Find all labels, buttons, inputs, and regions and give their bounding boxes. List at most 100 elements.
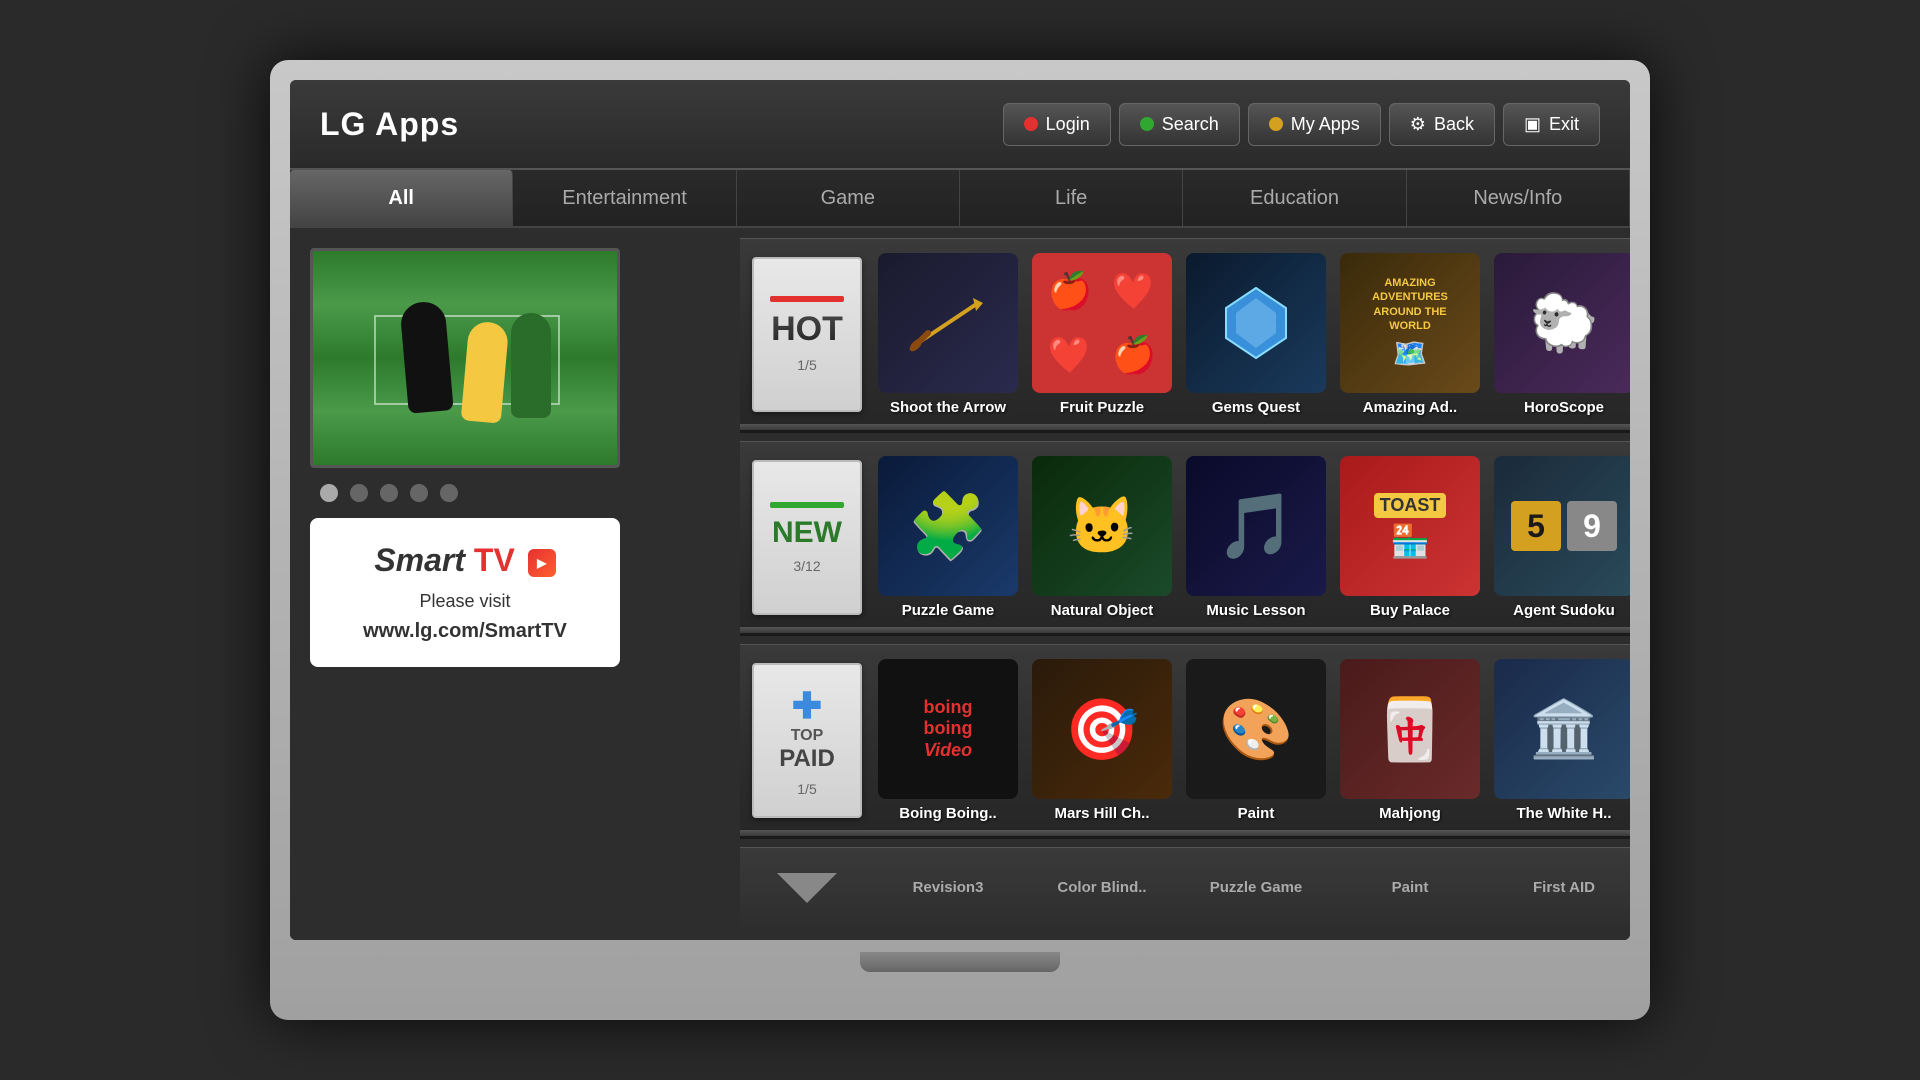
smart-tv-card: Smart TV ▶ Please visit www.lg.com/Smart… xyxy=(310,518,620,667)
nav-dot-5[interactable] xyxy=(440,484,458,502)
paint-icon: 🎨 xyxy=(1186,659,1326,799)
search-dot-icon xyxy=(1140,117,1154,131)
nav-buttons: Login Search My Apps ⚙ Back ▣ Exit xyxy=(1003,103,1600,146)
new-badge-text: NEW xyxy=(772,516,842,550)
smart-tv-url: www.lg.com/SmartTV xyxy=(334,620,596,643)
app-fruit-puzzle[interactable]: 🍎 ❤️ ❤️ 🍎 Fruit Puzzle xyxy=(1028,253,1176,416)
shoot-arrow-icon xyxy=(878,253,1018,393)
puzzle-game-label: Puzzle Game xyxy=(902,602,995,619)
exit-button[interactable]: ▣ Exit xyxy=(1503,103,1600,146)
partial-app-colorblind-label: Color Blind.. xyxy=(1057,879,1146,896)
app-shoot-arrow[interactable]: Shoot the Arrow xyxy=(874,253,1022,416)
back-button[interactable]: ⚙ Back xyxy=(1389,103,1495,146)
partial-shelf: Revision3 Color Blind.. Puzzle Game Pain… xyxy=(740,847,1630,927)
music-lesson-label: Music Lesson xyxy=(1206,602,1305,619)
tv-frame: LG Apps Login Search My Apps ⚙ Back xyxy=(270,60,1650,1020)
category-bar: All Entertainment Game Life Education Ne… xyxy=(290,170,1630,228)
partial-app-revision3-label: Revision3 xyxy=(913,879,984,896)
gems-quest-icon xyxy=(1186,253,1326,393)
tab-newsinfo[interactable]: News/Info xyxy=(1407,170,1630,226)
app-boing[interactable]: boingboingVideo Boing Boing.. xyxy=(874,659,1022,822)
myapps-dot-icon xyxy=(1269,117,1283,131)
login-button[interactable]: Login xyxy=(1003,103,1111,146)
horoscope-label: HoroScope xyxy=(1524,399,1604,416)
app-music-lesson[interactable]: 🎵 Music Lesson xyxy=(1182,456,1330,619)
shelf-new: NEW 3/12 🧩 Puzzle Game 🐱 xyxy=(740,441,1630,636)
app-white-house[interactable]: 🏛️ The White H.. xyxy=(1490,659,1630,822)
please-visit-label: Please visit xyxy=(419,591,510,611)
player1-silhouette xyxy=(399,300,453,414)
tv-stand xyxy=(860,952,1060,972)
back-label: Back xyxy=(1434,114,1474,135)
agent-sudoku-label: Agent Sudoku xyxy=(1513,602,1615,619)
partial-app-firstaid: First AID xyxy=(1490,879,1630,896)
app-amazing-ad[interactable]: AMAZINGADVENTURESAROUND THEWORLD 🗺️ Amaz… xyxy=(1336,253,1484,416)
mahjong-label: Mahjong xyxy=(1379,805,1441,822)
nav-dot-2[interactable] xyxy=(350,484,368,502)
app-buy-palace[interactable]: TOAST 🏪 Buy Palace xyxy=(1336,456,1484,619)
partial-app-puzzlegame2-label: Puzzle Game xyxy=(1210,879,1303,896)
fruit-puzzle-icon: 🍎 ❤️ ❤️ 🍎 xyxy=(1032,253,1172,393)
partial-app-colorblind: Color Blind.. xyxy=(1028,879,1176,896)
app-title: LG Apps xyxy=(320,106,459,143)
hot-badge-counter: 1/5 xyxy=(797,357,816,373)
app-paint[interactable]: 🎨 Paint xyxy=(1182,659,1330,822)
app-gems-quest[interactable]: Gems Quest xyxy=(1182,253,1330,416)
natural-object-label: Natural Object xyxy=(1051,602,1154,619)
header: LG Apps Login Search My Apps ⚙ Back xyxy=(290,80,1630,170)
app-mahjong[interactable]: 🀄 Mahjong xyxy=(1336,659,1484,822)
hot-badge: HOT 1/5 xyxy=(752,257,862,412)
myapps-button[interactable]: My Apps xyxy=(1248,103,1381,146)
tab-life[interactable]: Life xyxy=(960,170,1183,226)
app-agent-sudoku[interactable]: 5 9 Agent Sudoku xyxy=(1490,456,1630,619)
tab-all[interactable]: All xyxy=(290,170,513,226)
myapps-label: My Apps xyxy=(1291,114,1360,135)
tab-entertainment[interactable]: Entertainment xyxy=(513,170,736,226)
new-badge: NEW 3/12 xyxy=(752,460,862,615)
hot-badge-bar xyxy=(770,296,844,302)
smart-tv-logo: Smart TV ▶ xyxy=(334,542,596,579)
partial-app-paint2: Paint xyxy=(1336,879,1484,896)
partial-app-revision3: Revision3 xyxy=(874,879,1022,896)
player3-silhouette xyxy=(511,313,551,418)
app-puzzle-game[interactable]: 🧩 Puzzle Game xyxy=(874,456,1022,619)
partial-app-puzzlegame2: Puzzle Game xyxy=(1182,879,1330,896)
nav-dot-3[interactable] xyxy=(380,484,398,502)
app-horoscope[interactable]: 🐑 HoroScope xyxy=(1490,253,1630,416)
paint-label: Paint xyxy=(1238,805,1275,822)
smart-text: Smart xyxy=(374,542,465,578)
scroll-down-container[interactable] xyxy=(752,873,862,903)
paid-badge: ✚ TOP PAID 1/5 xyxy=(752,663,862,818)
smart-tv-logo-icon: ▶ xyxy=(528,549,556,577)
paid-counter: 1/5 xyxy=(797,781,816,797)
amazing-ad-icon: AMAZINGADVENTURESAROUND THEWORLD 🗺️ xyxy=(1340,253,1480,393)
horoscope-icon: 🐑 xyxy=(1494,253,1630,393)
agent-sudoku-icon: 5 9 xyxy=(1494,456,1630,596)
nav-dot-4[interactable] xyxy=(410,484,428,502)
natural-object-icon: 🐱 xyxy=(1032,456,1172,596)
white-house-label: The White H.. xyxy=(1517,805,1612,822)
plus-icon: ✚ xyxy=(792,685,822,727)
exit-icon: ▣ xyxy=(1524,114,1541,135)
search-label: Search xyxy=(1162,114,1219,135)
login-dot-icon xyxy=(1024,117,1038,131)
tab-game[interactable]: Game xyxy=(737,170,960,226)
partial-apps: Revision3 Color Blind.. Puzzle Game Pain… xyxy=(874,879,1630,896)
buy-palace-label: Buy Palace xyxy=(1370,602,1450,619)
search-button[interactable]: Search xyxy=(1119,103,1240,146)
top-text: TOP xyxy=(791,727,824,745)
apps-area: HOT 1/5 xyxy=(740,228,1630,940)
boing-label: Boing Boing.. xyxy=(899,805,996,822)
mars-icon: 🎯 xyxy=(1032,659,1172,799)
shelf-new-apps: 🧩 Puzzle Game 🐱 Natural Object xyxy=(874,456,1630,619)
app-natural-object[interactable]: 🐱 Natural Object xyxy=(1028,456,1176,619)
partial-app-firstaid-label: First AID xyxy=(1533,879,1595,896)
boing-icon: boingboingVideo xyxy=(878,659,1018,799)
player2-silhouette xyxy=(461,321,510,424)
amazing-ad-label: Amazing Ad.. xyxy=(1363,399,1457,416)
app-mars[interactable]: 🎯 Mars Hill Ch.. xyxy=(1028,659,1176,822)
soccer-field xyxy=(313,251,617,465)
tab-education[interactable]: Education xyxy=(1183,170,1406,226)
login-label: Login xyxy=(1046,114,1090,135)
nav-dot-1[interactable] xyxy=(320,484,338,502)
